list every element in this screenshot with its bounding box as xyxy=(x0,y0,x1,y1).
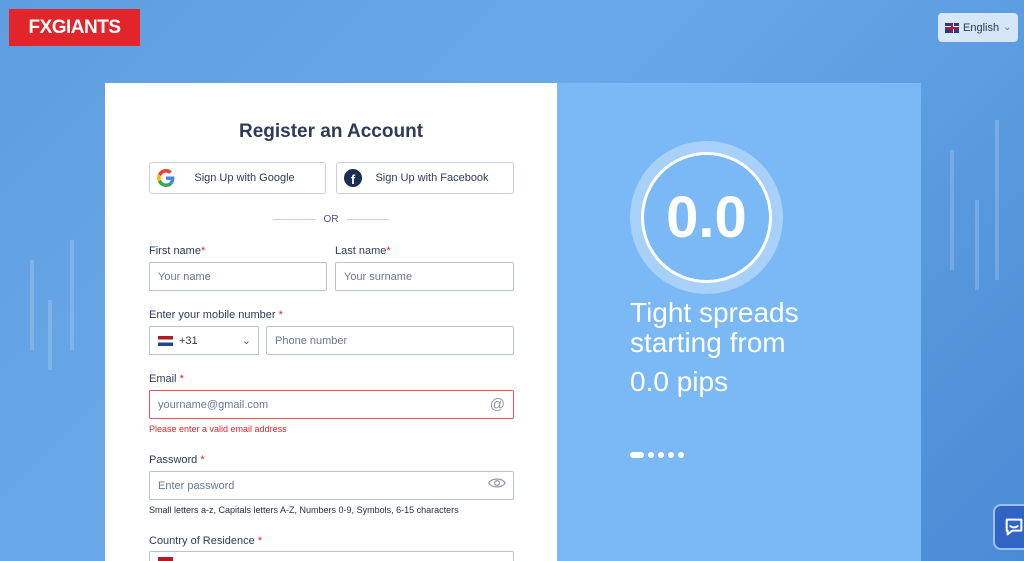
chat-widget-button[interactable] xyxy=(993,504,1024,550)
last-name-input[interactable] xyxy=(335,262,514,291)
carousel-dot[interactable] xyxy=(658,452,664,458)
google-signup-button[interactable]: Sign Up with Google xyxy=(149,162,326,194)
or-divider: OR xyxy=(273,214,389,225)
google-icon xyxy=(157,169,175,187)
or-label: OR xyxy=(323,214,339,225)
country-code-select[interactable]: +31 ⌄ xyxy=(149,326,259,355)
facebook-icon: f xyxy=(344,169,362,187)
spread-badge: 0.0 xyxy=(630,141,783,294)
carousel-dot[interactable] xyxy=(630,452,644,458)
promo-pips: 0.0 pips xyxy=(630,366,729,397)
register-card: Register an Account Sign Up with Google … xyxy=(105,83,557,561)
at-sign-icon: @ xyxy=(489,396,505,413)
country-of-residence-select[interactable] xyxy=(149,551,514,561)
email-label: Email * xyxy=(149,373,184,385)
page-title: Register an Account xyxy=(238,121,424,142)
spread-value: 0.0 xyxy=(641,152,772,283)
password-hint: Small letters a-z, Capitals letters A-Z,… xyxy=(149,505,459,515)
carousel-dot[interactable] xyxy=(678,452,684,458)
last-name-label: Last name* xyxy=(335,245,391,257)
carousel-dot[interactable] xyxy=(648,452,654,458)
mobile-label: Enter your mobile number * xyxy=(149,309,283,321)
promo-panel: 0.0 Tight spreads starting from 0.0 pips xyxy=(557,83,921,561)
country-label: Country of Residence * xyxy=(149,535,263,547)
chat-icon xyxy=(1005,518,1023,536)
language-label: English xyxy=(963,21,1000,34)
facebook-signup-button[interactable]: f Sign Up with Facebook xyxy=(336,162,514,194)
country-flag-icon xyxy=(158,557,173,561)
password-input[interactable] xyxy=(149,471,514,500)
email-error-message: Please enter a valid email address xyxy=(149,424,287,434)
facebook-signup-label: Sign Up with Facebook xyxy=(375,172,489,184)
chevron-down-icon: ⌄ xyxy=(1003,22,1012,33)
fxgiants-logo[interactable]: FXGIANTS xyxy=(9,9,140,46)
carousel-dots xyxy=(630,452,684,458)
eye-icon[interactable] xyxy=(488,477,506,489)
promo-headline: Tight spreads starting from xyxy=(630,297,799,358)
country-code-value: +31 xyxy=(179,334,198,347)
email-input[interactable] xyxy=(149,390,514,419)
password-label: Password * xyxy=(149,454,205,466)
language-selector[interactable]: English ⌄ xyxy=(938,13,1018,42)
first-name-label: First name* xyxy=(149,245,206,257)
phone-input[interactable] xyxy=(266,326,514,355)
google-signup-label: Sign Up with Google xyxy=(194,172,295,184)
chevron-down-icon: ⌄ xyxy=(241,335,251,347)
first-name-input[interactable] xyxy=(149,262,327,291)
uk-flag-icon xyxy=(945,22,959,33)
carousel-dot[interactable] xyxy=(668,452,674,458)
netherlands-flag-icon xyxy=(158,335,173,346)
